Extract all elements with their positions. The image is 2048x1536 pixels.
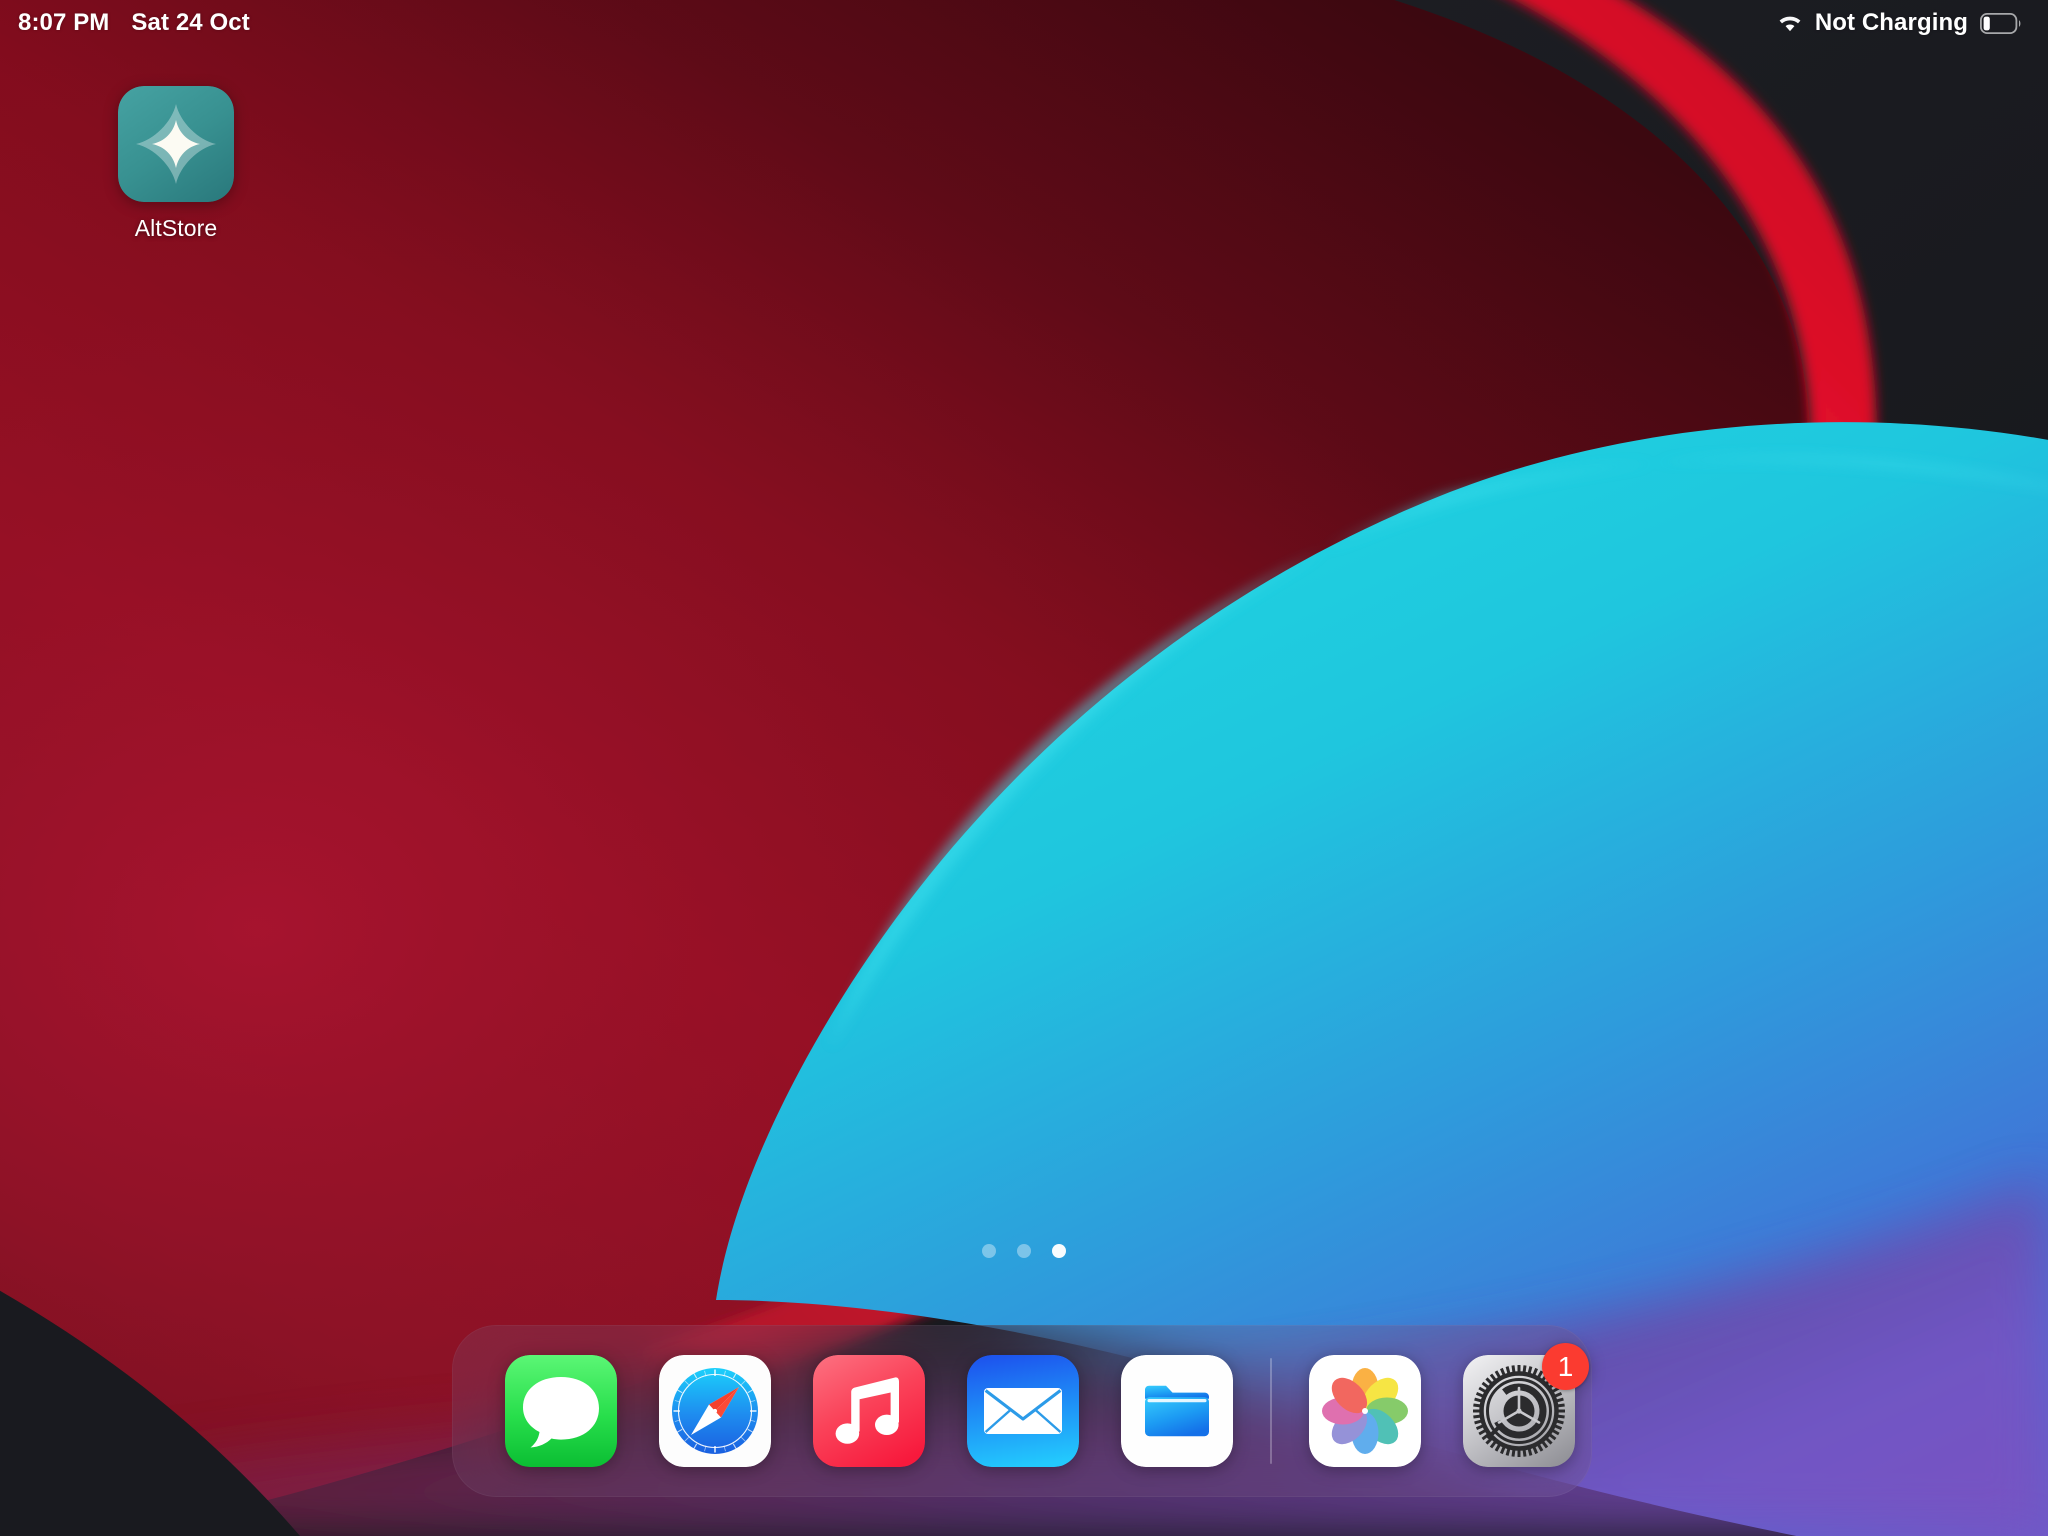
- page-dot-3[interactable]: [1052, 1244, 1066, 1258]
- dock-divider: [1270, 1358, 1272, 1464]
- safari-icon-glyph: [659, 1355, 771, 1467]
- mail-icon-wrap[interactable]: [967, 1355, 1079, 1467]
- app-label-altstore: AltStore: [134, 215, 218, 241]
- app-grid: AltStore: [0, 86, 2048, 242]
- dock-app-photos[interactable]: [1288, 1355, 1442, 1467]
- music-icon: [813, 1355, 925, 1467]
- status-date: Sat 24 Oct: [131, 9, 250, 36]
- photos-icon: [1309, 1355, 1421, 1467]
- dock-app-messages[interactable]: [484, 1355, 638, 1467]
- dock-app-safari[interactable]: [638, 1355, 792, 1467]
- dock-app-mail[interactable]: [946, 1355, 1100, 1467]
- page-dot-1[interactable]: [982, 1244, 996, 1258]
- photos-icon-wrap[interactable]: [1309, 1355, 1421, 1467]
- dock-app-files[interactable]: [1100, 1355, 1254, 1467]
- app-grid-row: AltStore: [60, 86, 1988, 242]
- ipad-home-screen: 8:07 PM Sat 24 Oct Not Charging AltStore…: [0, 0, 2048, 1536]
- messages-icon-wrap[interactable]: [505, 1355, 617, 1467]
- status-time: 8:07 PM: [18, 9, 110, 36]
- dock: 1: [452, 1325, 1592, 1497]
- dock-recent-apps: 1: [1288, 1343, 1596, 1467]
- battery-icon[interactable]: [1980, 12, 2022, 34]
- dock-primary-apps: [484, 1355, 1254, 1467]
- page-indicator[interactable]: [0, 1244, 2048, 1258]
- safari-icon: [659, 1355, 771, 1467]
- photos-icon-glyph: [1309, 1355, 1421, 1467]
- settings-badge: 1: [1542, 1343, 1589, 1390]
- settings-icon-wrap[interactable]: 1: [1463, 1343, 1589, 1467]
- safari-icon-wrap[interactable]: [659, 1355, 771, 1467]
- altstore-icon: [118, 86, 234, 202]
- battery-icon-glyph: [1980, 12, 2021, 34]
- music-icon-glyph: [813, 1355, 925, 1467]
- mail-icon-glyph: [967, 1355, 1079, 1467]
- messages-icon: [505, 1355, 617, 1467]
- dock-app-settings[interactable]: 1: [1442, 1343, 1596, 1467]
- wifi-icon-glyph: [1779, 16, 1801, 32]
- music-icon-wrap[interactable]: [813, 1355, 925, 1467]
- status-bar-left: 8:07 PM Sat 24 Oct: [18, 9, 250, 37]
- status-bar-right: Not Charging: [1776, 9, 2022, 37]
- messages-icon-glyph: [505, 1355, 617, 1467]
- altstore-icon-glyph: [118, 86, 234, 202]
- altstore-icon-wrap[interactable]: [118, 86, 234, 202]
- wifi-icon[interactable]: [1776, 12, 1804, 34]
- files-icon: [1121, 1355, 1233, 1467]
- mail-icon: [967, 1355, 1079, 1467]
- app-altstore[interactable]: AltStore: [60, 86, 292, 242]
- page-dot-2[interactable]: [1017, 1244, 1031, 1258]
- status-bar: 8:07 PM Sat 24 Oct Not Charging: [0, 0, 2048, 46]
- files-icon-wrap[interactable]: [1121, 1355, 1233, 1467]
- files-icon-glyph: [1121, 1355, 1233, 1467]
- dock-app-music[interactable]: [792, 1355, 946, 1467]
- battery-status-label: Not Charging: [1814, 9, 1968, 36]
